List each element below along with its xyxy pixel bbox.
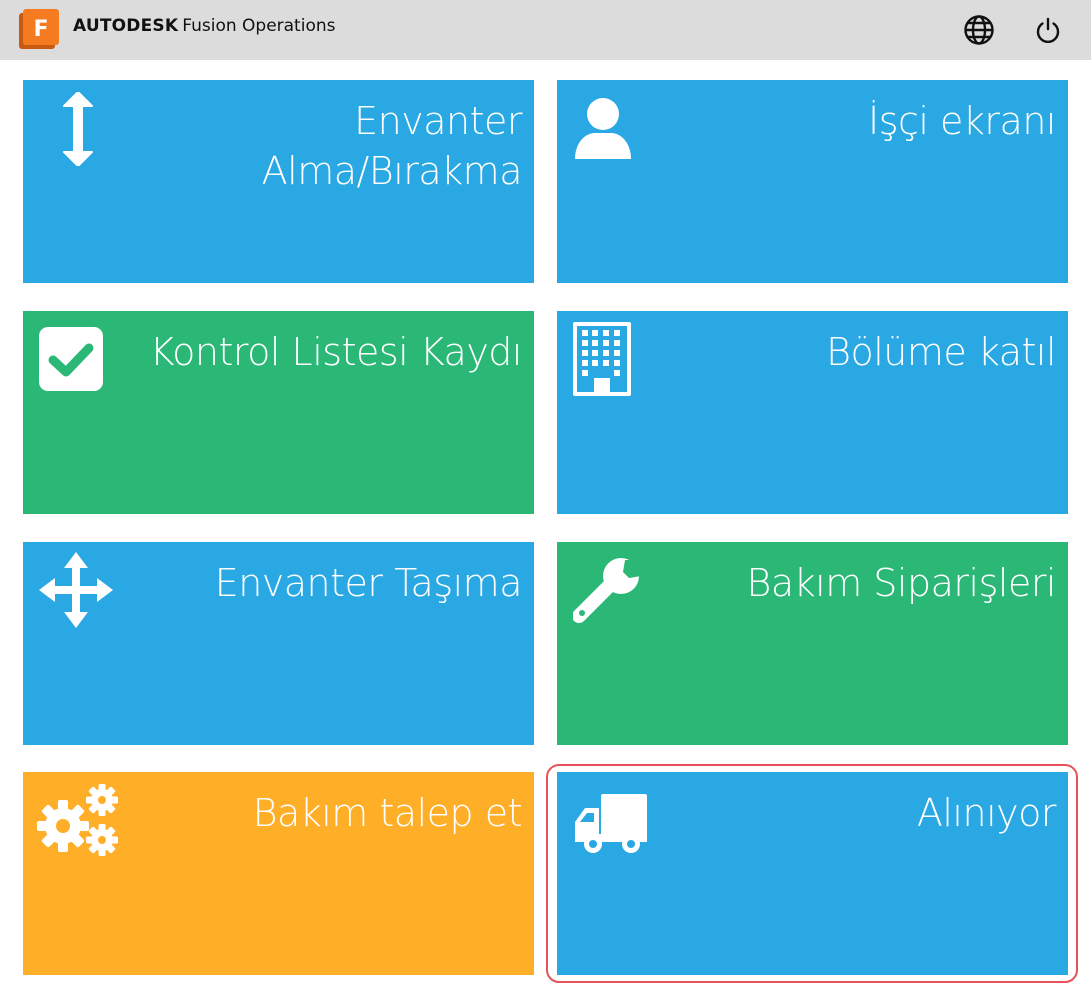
truck-icon — [575, 794, 649, 858]
tile-inventory-move[interactable]: Envanter Taşıma — [23, 542, 534, 745]
tile-title: Bakım talep et — [252, 791, 523, 835]
svg-text:F: F — [33, 17, 48, 42]
gears-icon — [37, 784, 121, 862]
tile-join-department[interactable]: Bölüme katıl — [557, 311, 1068, 514]
wrench-icon — [572, 556, 645, 632]
tile-title: Bölüme katıl — [826, 330, 1056, 374]
tile-title: Bakım Siparişleri — [746, 561, 1056, 605]
power-icon — [1036, 17, 1060, 44]
language-button[interactable] — [962, 13, 996, 47]
tile-request-maintenance[interactable]: Bakım talep et — [23, 772, 534, 975]
brand-product: Fusion Operations — [182, 16, 336, 36]
globe-icon — [964, 15, 994, 45]
app-title: AUTODESK Fusion Operations — [73, 16, 335, 38]
fusion-logo-icon: F — [19, 9, 61, 51]
tile-worker-screen[interactable]: İşçi ekranı — [557, 80, 1068, 283]
tile-title: İşçi ekranı — [868, 99, 1056, 143]
tile-title: Envanter Alma/Bırakma — [261, 99, 523, 193]
logout-button[interactable] — [1031, 13, 1065, 47]
tile-title: Alınıyor — [916, 791, 1057, 835]
tile-receiving[interactable]: Alınıyor — [557, 772, 1068, 975]
tile-maintenance-orders[interactable]: Bakım Siparişleri — [557, 542, 1068, 745]
tile-inventory-pickup-drop[interactable]: Envanter Alma/Bırakma — [23, 80, 534, 283]
tile-title: Envanter Taşıma — [214, 561, 523, 605]
top-bar: F AUTODESK Fusion Operations — [0, 0, 1091, 60]
tile-title: Kontrol Listesi Kaydı — [149, 330, 523, 374]
vertical-arrows-icon — [63, 91, 93, 170]
move-arrows-icon — [39, 552, 113, 632]
tile-checklist-record[interactable]: Kontrol Listesi Kaydı — [23, 311, 534, 514]
building-icon — [573, 322, 631, 400]
checkbox-icon — [39, 327, 103, 395]
user-icon — [573, 97, 633, 165]
brand-autodesk: AUTODESK — [73, 16, 179, 36]
